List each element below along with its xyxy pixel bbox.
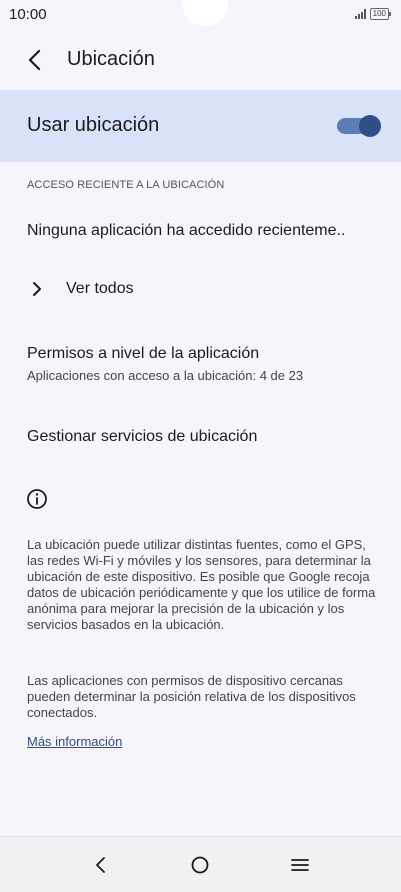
use-location-toggle[interactable]: [337, 114, 381, 138]
recent-access-header: ACCESO RECIENTE A LA UBICACIÓN: [27, 179, 225, 191]
status-time: 10:00: [9, 6, 47, 23]
info-icon: [27, 489, 47, 509]
battery-level: 100: [372, 9, 386, 18]
nav-back-button[interactable]: [84, 849, 116, 881]
nav-home-button[interactable]: [184, 849, 216, 881]
page-title: Ubicación: [67, 48, 155, 70]
no-recent-access-text: Ninguna aplicación ha accedido recientem…: [27, 222, 346, 239]
use-location-switch-row[interactable]: Usar ubicación: [0, 90, 401, 162]
menu-icon: [291, 859, 309, 871]
status-icons: 100: [354, 8, 392, 20]
nav-recents-button[interactable]: [284, 849, 316, 881]
more-info-link[interactable]: Más información: [27, 734, 122, 749]
signal-icon: [354, 9, 366, 19]
back-icon: [96, 857, 105, 873]
nearby-devices-info-paragraph: Las aplicaciones con permisos de disposi…: [27, 673, 356, 720]
camera-notch: [182, 0, 228, 26]
chevron-right-icon: [33, 282, 41, 296]
navigation-bar: [0, 836, 401, 892]
battery-icon: 100: [369, 8, 392, 20]
see-all-label: Ver todos: [66, 280, 134, 297]
chevron-left-icon: [28, 49, 41, 71]
app-bar: Ubicación: [0, 32, 401, 88]
status-bar: 10:00 100: [0, 0, 401, 32]
home-icon: [191, 856, 209, 874]
back-button[interactable]: [20, 46, 48, 74]
location-info-paragraph: La ubicación puede utilizar distintas fu…: [27, 537, 376, 632]
app-permissions-summary: Aplicaciones con acceso a la ubicación: …: [27, 368, 304, 383]
see-all-button[interactable]: Ver todos: [32, 280, 134, 298]
use-location-label: Usar ubicación: [27, 114, 160, 136]
app-permissions-title: Permisos a nivel de la aplicación: [27, 345, 260, 362]
toggle-thumb: [359, 115, 381, 137]
manage-location-services-row[interactable]: Gestionar servicios de ubicación: [27, 428, 257, 446]
